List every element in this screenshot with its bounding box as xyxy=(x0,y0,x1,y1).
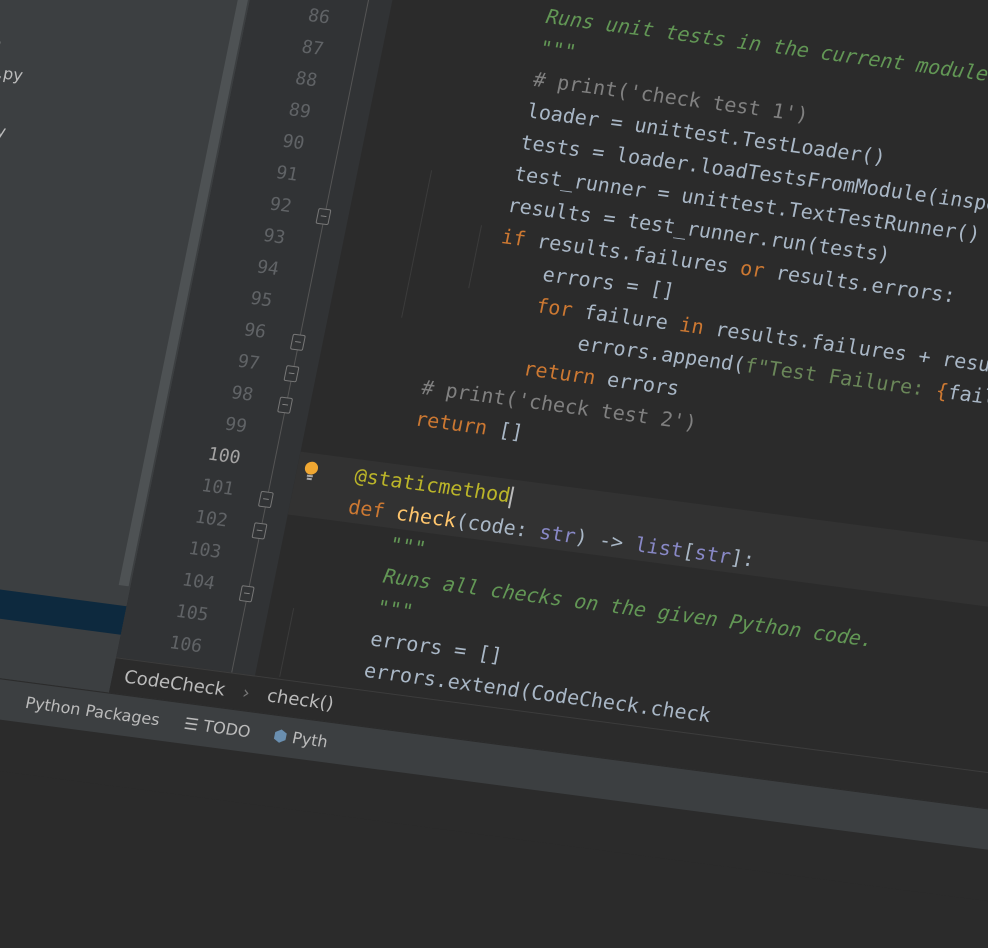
code-token: failure[ xyxy=(945,379,988,416)
code-token: def xyxy=(346,494,387,523)
breadcrumb-separator: › xyxy=(240,682,252,704)
code-token: str xyxy=(692,540,734,569)
code-token: for xyxy=(534,293,575,322)
code-token: ) -> xyxy=(573,524,638,556)
todo-tab[interactable]: ☰ TODO xyxy=(180,704,254,752)
ide-window: pyemergency-actionemergency_action.pyati… xyxy=(0,0,988,948)
code-token: [] xyxy=(484,415,526,445)
code-token: (code: xyxy=(453,508,543,544)
code-line[interactable] xyxy=(310,425,316,456)
python-console-tab[interactable]: ⬢ Pyth xyxy=(269,716,331,762)
todo-label: TODO xyxy=(201,716,253,742)
python-console-label: Pyth xyxy=(290,728,330,752)
python-packages-label: Python Packages xyxy=(23,693,162,730)
code-token: ]: xyxy=(728,544,758,572)
code-token: list xyxy=(632,532,686,563)
code-token: str xyxy=(537,519,578,548)
breadcrumb-method[interactable]: check() xyxy=(265,686,335,715)
